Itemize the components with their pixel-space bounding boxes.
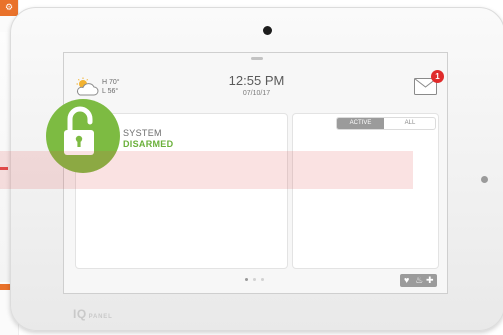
panel-screen: H 70° L 56° 12:55 PM 07/10/17 1 ACTIVE A… [63,52,448,294]
clock-time: 12:55 PM [228,73,285,88]
partly-cloudy-icon[interactable] [74,77,100,97]
background-app-alert-mark [0,167,8,170]
clock-date: 07/10/17 [242,90,271,97]
emergency-quick-actions[interactable]: ♥ ♨ ✚ [400,274,437,287]
filter-active-tab[interactable]: ACTIVE [337,118,384,129]
brand-logo-sub: PANEL [88,314,113,320]
background-app-tab: ⚙ [0,0,18,16]
sensor-filter-toggle: ACTIVE ALL [336,117,436,130]
shield-icon[interactable]: ♥ [404,275,409,286]
sensor-list-card: ACTIVE ALL [292,113,439,269]
pull-down-handle[interactable] [251,57,263,60]
weather-low-temp: L 56° [102,88,119,95]
page-dot-3[interactable] [261,278,264,281]
camera-icon [263,26,272,35]
open-padlock-icon [64,106,94,155]
brand-logo: IQ PANEL [73,307,113,321]
system-status-value: DISARMED [123,139,174,149]
medical-cross-icon[interactable]: ✚ [426,275,434,286]
screenshot-stage: ⚙ IQPANEL H 70° L 56° 12:55 PM 07/10/17 [0,0,503,335]
weather-high-temp: H 70° [102,79,120,86]
filter-all-tab[interactable]: ALL [385,118,435,129]
proximity-sensor-icon [481,176,488,183]
brand-logo-mark: IQ [73,307,87,321]
fire-icon[interactable]: ♨ [415,275,423,286]
settings-icon: ⚙ [5,2,14,12]
system-status-label: SYSTEM [123,128,162,138]
disarmed-status-button[interactable] [46,99,120,173]
unread-messages-badge[interactable]: 1 [431,70,444,83]
page-dot-1[interactable] [245,278,248,281]
page-dot-2[interactable] [253,278,256,281]
page-indicator [245,278,275,282]
